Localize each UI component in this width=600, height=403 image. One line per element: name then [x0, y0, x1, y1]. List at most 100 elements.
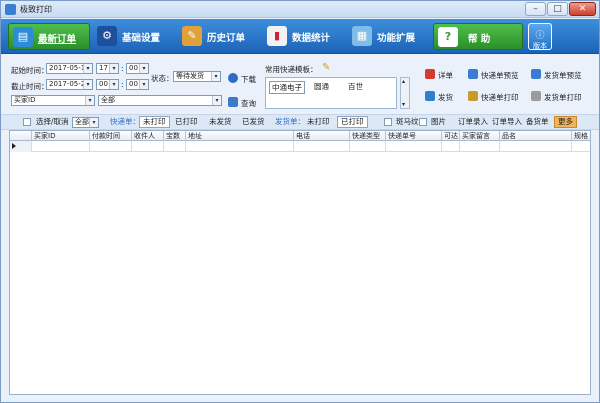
nav-about-label: 版本	[533, 42, 547, 50]
row-indicator	[10, 141, 32, 152]
main-window: 极致打印 – □ ✕ ▤ 最新订单 ⚙ 基础设置 ✎ 历史订单 ▮ 数据统计 ▦…	[0, 0, 600, 403]
ship-preview-button[interactable]: 发货单预览	[531, 67, 591, 83]
nav-history-orders[interactable]: ✎ 历史订单	[178, 23, 260, 50]
preview-doc-icon	[531, 69, 541, 79]
nav-statistics[interactable]: ▮ 数据统计	[263, 23, 345, 50]
unshipped-tab[interactable]: 未发货	[205, 116, 236, 128]
column-header[interactable]: 地址	[186, 131, 294, 141]
column-header[interactable]: 规格	[572, 131, 590, 141]
column-header[interactable]: 电话	[294, 131, 350, 141]
courier-list-scrollbar[interactable]: ▴ ▾	[400, 77, 410, 109]
query-button[interactable]: 查询	[228, 95, 260, 111]
column-header[interactable]: 快递类型	[350, 131, 386, 141]
start-time-label: 起始时间：	[11, 66, 49, 75]
edit-template-icon[interactable]: ✎	[322, 62, 330, 73]
grid-cell[interactable]	[186, 141, 294, 152]
ship-print-button[interactable]: 发货单打印	[531, 89, 591, 105]
ship-not-printed-tab[interactable]: 未打印	[303, 116, 334, 128]
express-preview-button[interactable]: 快递单预览	[468, 67, 526, 83]
column-header[interactable]: 快递单号	[386, 131, 442, 141]
main-navigation: ▤ 最新订单 ⚙ 基础设置 ✎ 历史订单 ▮ 数据统计 ▦ 功能扩展 ? 帮 助…	[1, 19, 599, 54]
column-header[interactable]: 买家ID	[32, 131, 90, 141]
ship-printed-tab[interactable]: 已打印	[337, 116, 368, 128]
nav-help[interactable]: ? 帮 助	[433, 23, 523, 50]
grid-cell[interactable]	[386, 141, 442, 152]
grid-cell[interactable]	[442, 141, 460, 152]
grid-cell[interactable]	[294, 141, 350, 152]
close-button[interactable]: ✕	[569, 2, 596, 16]
column-header[interactable]: 买家留言	[460, 131, 500, 141]
end-minute-select[interactable]: 00 ▾	[126, 79, 149, 90]
order-entry-button[interactable]: 订单录入	[454, 116, 492, 128]
spare-list-button[interactable]: 备货单	[522, 116, 553, 128]
ship-label: 发货	[438, 93, 453, 102]
extension-icon: ▦	[352, 26, 372, 46]
help-icon: ?	[438, 27, 458, 47]
image-label: 图片	[431, 117, 446, 126]
time-separator: :	[121, 64, 124, 73]
express-print-button[interactable]: 快递单打印	[468, 89, 526, 105]
nav-statistics-label: 数据统计	[292, 33, 331, 44]
grid-cell[interactable]	[460, 141, 500, 152]
grid-cell[interactable]	[32, 141, 90, 152]
detail-button[interactable]: 详单	[425, 67, 457, 83]
maximize-icon: □	[553, 4, 562, 14]
maximize-button[interactable]: □	[547, 2, 568, 16]
grid-cell[interactable]	[572, 141, 590, 152]
select-scope-value: 全部	[75, 118, 89, 126]
more-button[interactable]: 更多	[554, 116, 577, 128]
search-keyword-select[interactable]: 全部 ▾	[98, 95, 222, 106]
chevron-down-icon: ▾	[212, 96, 221, 105]
grid-cell[interactable]	[350, 141, 386, 152]
grid-cell[interactable]	[500, 141, 572, 152]
select-all-checkbox[interactable]	[23, 118, 31, 126]
grid-cell[interactable]	[164, 141, 186, 152]
download-button[interactable]: 下载	[228, 71, 260, 87]
zebra-label: 斑马纹	[396, 117, 419, 126]
nav-new-orders-label: 最新订单	[38, 34, 77, 45]
courier-template-list: 中通电子 圆通 百世	[265, 77, 397, 109]
column-header[interactable]: 品名	[500, 131, 572, 141]
query-icon	[228, 97, 238, 107]
minimize-button[interactable]: –	[525, 2, 546, 16]
column-header[interactable]: 可达	[442, 131, 460, 141]
express-not-printed-tab[interactable]: 未打印	[139, 116, 170, 128]
column-header[interactable]: 收件人	[132, 131, 164, 141]
print-doc-icon	[531, 91, 541, 101]
table-row[interactable]	[10, 141, 590, 152]
window-title: 极致打印	[20, 5, 52, 14]
start-hour-select[interactable]: 17 ▾	[96, 63, 119, 74]
courier-item[interactable]: 圆通	[314, 81, 329, 92]
ship-button[interactable]: 发货	[425, 89, 457, 105]
nav-new-orders[interactable]: ▤ 最新订单	[8, 23, 90, 50]
settings-gear-icon: ⚙	[97, 26, 117, 46]
orders-grid: 买家ID 付款时间 收件人 宝数 地址 电话 快递类型 快递单号 可达 买家留言…	[9, 130, 591, 395]
status-select[interactable]: 等待发货 ▾	[173, 71, 221, 82]
nav-basic-settings[interactable]: ⚙ 基础设置	[93, 23, 175, 50]
nav-about[interactable]: ⓘ 版本	[528, 23, 552, 50]
ship-preview-label: 发货单预览	[544, 71, 582, 80]
grid-cell[interactable]	[132, 141, 164, 152]
zebra-checkbox[interactable]	[384, 118, 392, 126]
order-import-button[interactable]: 订单导入	[488, 116, 526, 128]
column-header[interactable]: 付款时间	[90, 131, 132, 141]
express-preview-label: 快递单预览	[481, 71, 519, 80]
history-icon: ✎	[182, 26, 202, 46]
buyer-id-select[interactable]: 买家ID ▾	[11, 95, 95, 106]
courier-item[interactable]: 百世	[348, 81, 363, 92]
start-date-input[interactable]: 2017-05-19 ▾	[46, 63, 93, 74]
start-minute-select[interactable]: 00 ▾	[126, 63, 149, 74]
select-scope-select[interactable]: 全部 ▾	[72, 117, 99, 128]
column-header[interactable]: 宝数	[164, 131, 186, 141]
image-checkbox[interactable]	[419, 118, 427, 126]
download-icon	[228, 73, 238, 83]
courier-item[interactable]: 中通电子	[269, 81, 305, 94]
express-printed-tab[interactable]: 已打印	[171, 116, 202, 128]
grid-cell[interactable]	[90, 141, 132, 152]
nav-extensions[interactable]: ▦ 功能扩展	[348, 23, 430, 50]
nav-extensions-label: 功能扩展	[377, 33, 416, 44]
end-date-input[interactable]: 2017-05-26 ▾	[46, 79, 93, 90]
end-hour-select[interactable]: 00 ▾	[96, 79, 119, 90]
shipped-tab[interactable]: 已发货	[238, 116, 269, 128]
status-value: 等待发货	[176, 72, 204, 80]
